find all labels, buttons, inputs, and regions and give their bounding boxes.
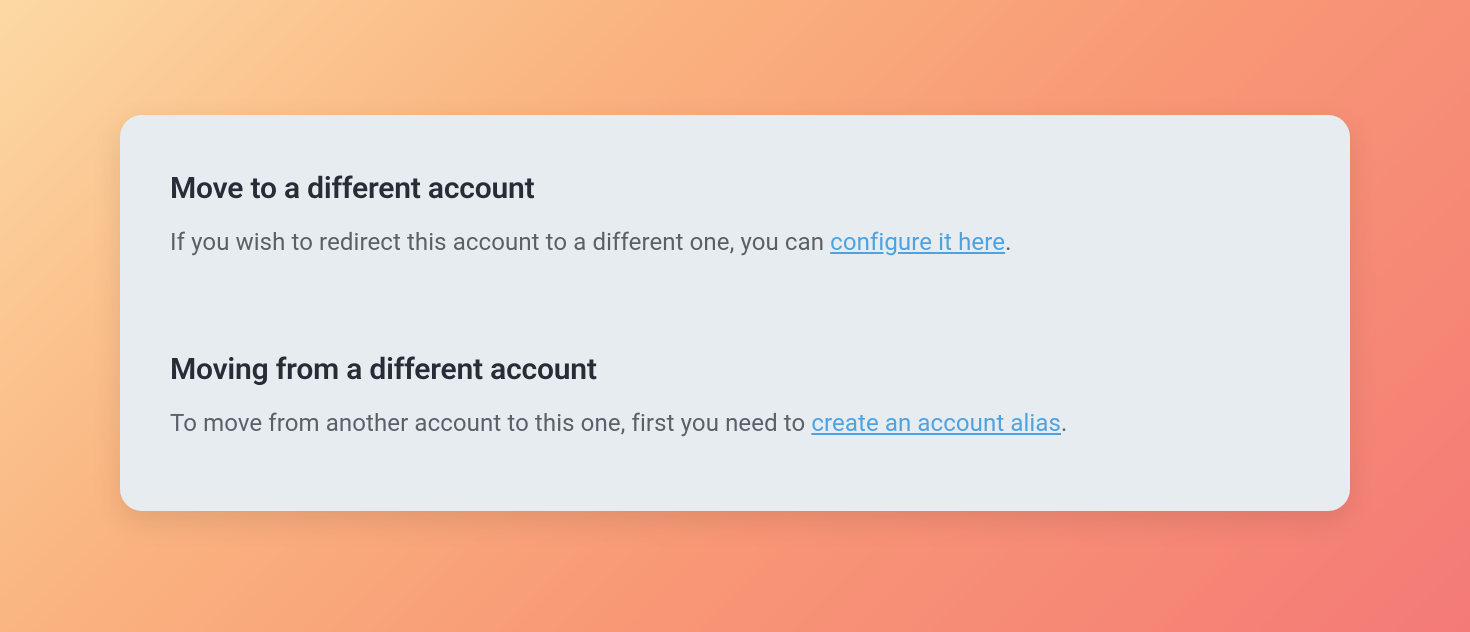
move-from-desc-suffix: . xyxy=(1061,409,1067,437)
create-alias-link[interactable]: create an account alias xyxy=(811,409,1061,437)
move-from-section: Moving from a different account To move … xyxy=(170,352,1300,441)
settings-card: Move to a different account If you wish … xyxy=(120,115,1350,511)
move-to-desc-suffix: . xyxy=(1005,228,1011,256)
move-to-description: If you wish to redirect this account to … xyxy=(170,224,1300,260)
move-from-title: Moving from a different account xyxy=(170,352,1300,387)
move-from-desc-prefix: To move from another account to this one… xyxy=(170,409,811,437)
move-to-section: Move to a different account If you wish … xyxy=(170,171,1300,260)
move-to-title: Move to a different account xyxy=(170,171,1300,206)
configure-redirect-link[interactable]: configure it here xyxy=(830,228,1005,256)
move-from-description: To move from another account to this one… xyxy=(170,405,1300,441)
move-to-desc-prefix: If you wish to redirect this account to … xyxy=(170,228,830,256)
